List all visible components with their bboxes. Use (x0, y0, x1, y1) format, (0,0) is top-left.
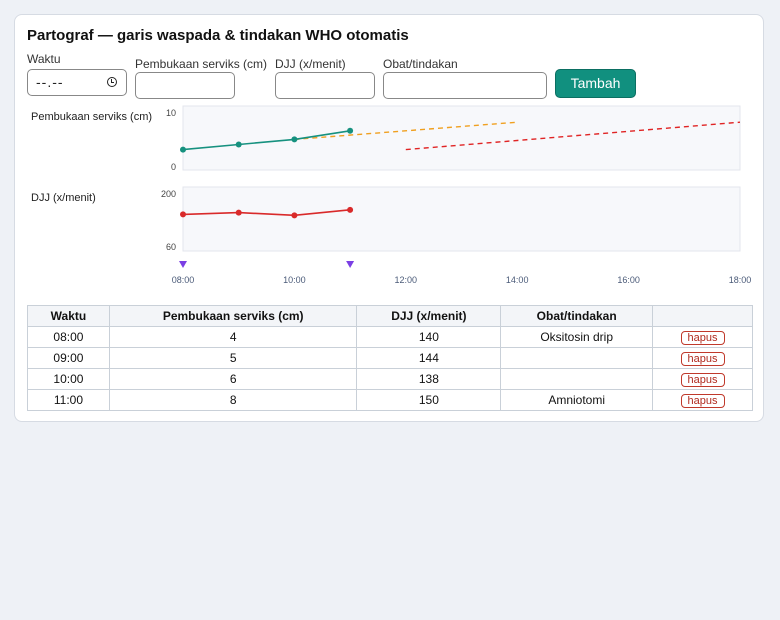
cell-action: hapus (652, 326, 753, 348)
x-tick-label: 10:00 (283, 275, 306, 285)
col-header-drug: Obat/tindakan (500, 305, 654, 327)
cell-action: hapus (652, 389, 753, 411)
table-row: 10:00 6 138 hapus (27, 368, 753, 390)
chart-plot-area-1 (182, 186, 741, 252)
cell-fhr: 150 (356, 389, 502, 411)
data-point (235, 141, 242, 148)
cell-dilation: 8 (108, 389, 358, 411)
cell-fhr: 140 (356, 326, 502, 348)
cell-drug: Oksitosin drip (500, 326, 654, 348)
chart-plot-area-0 (182, 105, 741, 171)
table-row: 09:00 5 144 hapus (27, 347, 753, 369)
delete-button[interactable]: hapus (680, 330, 725, 345)
intervention-marker (346, 261, 355, 268)
observation-table: Waktu Pembukaan serviks (cm) DJJ (x/meni… (27, 305, 753, 411)
x-tick-label: 08:00 (172, 275, 195, 285)
cell-fhr: 138 (356, 368, 502, 390)
cell-dilation: 5 (108, 347, 358, 369)
data-point (347, 206, 354, 213)
table-row: 08:00 4 140 Oksitosin drip hapus (27, 326, 753, 348)
col-header-time: Waktu (27, 305, 110, 327)
cell-dilation: 4 (108, 326, 358, 348)
cell-drug (500, 347, 654, 369)
x-tick-label: 16:00 (617, 275, 640, 285)
x-tick-label: 12:00 (395, 275, 418, 285)
cell-drug: Amniotomi (500, 389, 654, 411)
col-header-fhr: DJJ (x/menit) (356, 305, 502, 327)
cell-drug (500, 368, 654, 390)
col-header-dilation: Pembukaan serviks (cm) (108, 305, 358, 327)
cell-time: 11:00 (27, 389, 110, 411)
cell-time: 08:00 (27, 326, 110, 348)
cell-action: hapus (652, 368, 753, 390)
cell-time: 09:00 (27, 347, 110, 369)
cell-action: hapus (652, 347, 753, 369)
data-point (235, 209, 242, 216)
data-point (180, 146, 186, 153)
y-tick-label: 0 (171, 162, 176, 172)
y-tick-label: 60 (166, 242, 176, 252)
x-tick-label: 14:00 (506, 275, 529, 285)
table-header-row: Waktu Pembukaan serviks (cm) DJJ (x/meni… (27, 305, 753, 327)
data-point (291, 136, 298, 143)
intervention-marker (179, 261, 187, 268)
cell-time: 10:00 (27, 368, 110, 390)
partograph-charts: 10 0 200 60 08:00 10:00 12:00 14:00 16:00 18:00 (161, 105, 752, 285)
y-tick-label: 200 (161, 189, 176, 199)
delete-button[interactable]: hapus (680, 393, 725, 408)
data-point (180, 211, 186, 218)
cell-dilation: 6 (108, 368, 358, 390)
table-row: 11:00 8 150 Amniotomi hapus (27, 389, 753, 411)
x-tick-label: 18:00 (729, 275, 752, 285)
delete-button[interactable]: hapus (680, 351, 725, 366)
data-point (347, 127, 354, 134)
delete-button[interactable]: hapus (680, 372, 725, 387)
cell-fhr: 144 (356, 347, 502, 369)
y-tick-label: 10 (166, 108, 176, 118)
col-header-action (652, 305, 753, 327)
data-point (291, 212, 298, 219)
